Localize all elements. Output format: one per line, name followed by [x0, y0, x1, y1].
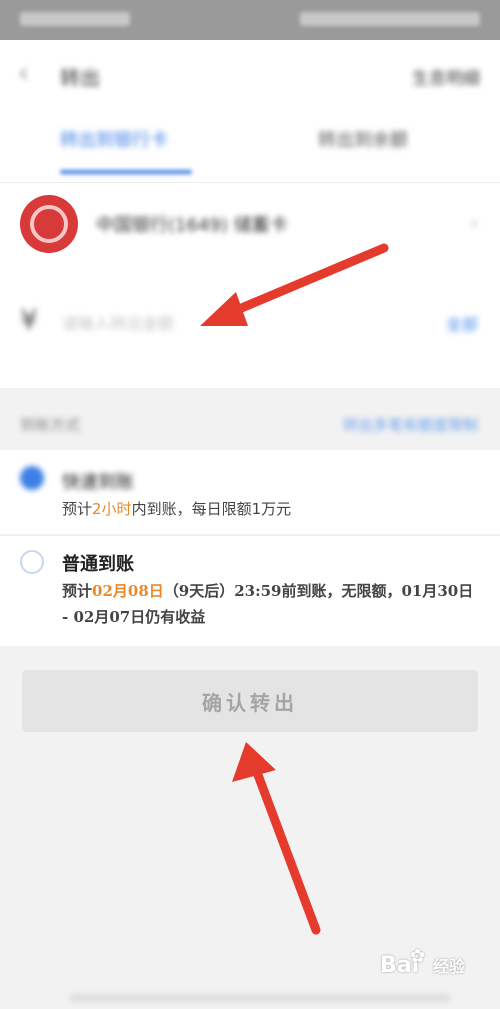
tab-to-bank-card[interactable]: 转出到银行卡 [60, 126, 168, 152]
radio-unchecked-icon[interactable] [20, 550, 44, 574]
amount-input[interactable]: 请输入转出金额 [62, 310, 174, 334]
status-bar [0, 0, 500, 40]
option-normal-arrival[interactable]: 普通到账 预计02月08日（9天后）23:59前到账，无限额，01月30日 - … [0, 535, 500, 646]
nav-bar: ‹ 转出 生息明细 [0, 40, 500, 110]
tab-to-balance[interactable]: 转出到余额 [318, 126, 408, 152]
transfer-card: 中国银行(1649) 储蓄卡 › ¥ 请输入转出金额 全部 [0, 183, 500, 388]
chevron-right-icon[interactable]: › [471, 213, 478, 234]
transfer-all-button[interactable]: 全部 [446, 311, 478, 335]
radio-checked-icon[interactable] [20, 466, 44, 490]
arrival-method-header: 到账方式 转出多笔有额度限制 [0, 390, 500, 450]
footer-note [70, 994, 450, 1002]
option-title: 普通到账 [62, 554, 134, 575]
back-icon[interactable]: ‹ [18, 58, 29, 88]
option-fast-arrival[interactable]: 快速到账 预计2小时内到账，每日限额1万元 [0, 450, 500, 534]
option-description: 预计02月08日（9天后）23:59前到账，无限额，01月30日 - 02月07… [62, 582, 474, 626]
detail-link[interactable]: 生息明细 [412, 64, 480, 89]
limit-info-link[interactable]: 转出多笔有额度限制 [343, 414, 478, 435]
confirm-transfer-button[interactable]: 确认转出 [22, 670, 478, 732]
option-description: 预计2小时内到账，每日限额1万元 [62, 500, 292, 518]
annotation-arrow-confirm [232, 742, 321, 935]
active-tab-indicator [60, 170, 192, 174]
page-title: 转出 [60, 66, 100, 90]
yen-icon: ¥ [20, 303, 38, 336]
bank-logo-icon [20, 195, 78, 253]
arrival-method-label: 到账方式 [20, 416, 81, 434]
tab-bar: 转出到银行卡 转出到余额 [0, 110, 500, 183]
bank-account-selector[interactable]: 中国银行(1649) 储蓄卡 [96, 211, 288, 237]
paw-icon: ✿ [410, 946, 426, 967]
option-title: 快速到账 [62, 472, 134, 493]
